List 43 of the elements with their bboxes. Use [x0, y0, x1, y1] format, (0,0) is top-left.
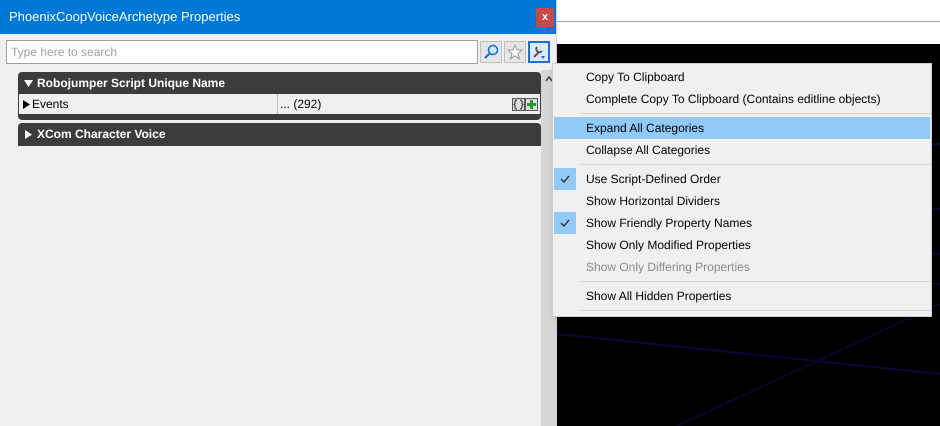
- menu-item[interactable]: Show All Hidden Properties: [554, 285, 930, 307]
- window-title: PhoenixCoopVoiceArchetype Properties: [9, 8, 240, 26]
- add-icon[interactable]: [525, 98, 538, 110]
- menu-label: Collapse All Categories: [586, 142, 710, 159]
- menu-item[interactable]: Show Friendly Property Names: [554, 212, 930, 234]
- checkmark-icon: [560, 219, 570, 227]
- menu-label: Expand All Categories: [586, 120, 704, 137]
- property-row[interactable]: Events ... (292): [18, 94, 541, 114]
- checkmark-icon: [560, 175, 570, 183]
- category-title: XCom Character Voice: [37, 126, 166, 143]
- collapsed-triangle-icon[interactable]: [22, 100, 31, 108]
- category-title: Robojumper Script Unique Name: [37, 75, 226, 92]
- close-button[interactable]: x: [536, 8, 554, 26]
- star-icon: [507, 44, 524, 60]
- menu-label: Show Friendly Property Names: [586, 215, 752, 232]
- property-value: ... (292): [279, 96, 322, 113]
- menu-item[interactable]: Collapse All Categories: [554, 139, 930, 161]
- menu-item[interactable]: Show Horizontal Dividers: [554, 190, 930, 212]
- menu-label: Show Horizontal Dividers: [586, 193, 720, 210]
- menu-label: Complete Copy To Clipboard (Contains editline objects): [586, 91, 881, 108]
- scroll-up-icon[interactable]: [544, 76, 552, 82]
- menu-label: Show Only Modified Properties: [586, 237, 751, 254]
- menu-item[interactable]: Complete Copy To Clipboard (Contains editline objects): [554, 88, 930, 110]
- search-field[interactable]: Type here to search: [6, 40, 478, 64]
- wrench-icon: [531, 44, 548, 60]
- category-header[interactable]: Robojumper Script Unique Name: [18, 72, 541, 94]
- menu-label: Copy To Clipboard: [586, 69, 685, 86]
- braces-icon[interactable]: [512, 98, 525, 110]
- category-header[interactable]: XCom Character Voice: [18, 123, 541, 145]
- menu-item[interactable]: Expand All Categories: [554, 117, 930, 139]
- menu-label: Show All Hidden Properties: [586, 288, 732, 305]
- menu-item[interactable]: Use Script-Defined Order: [554, 168, 930, 190]
- search-icon: [483, 44, 500, 60]
- favorite-button[interactable]: [504, 41, 526, 63]
- expanded-triangle-icon[interactable]: [24, 78, 33, 88]
- search-button[interactable]: [480, 41, 502, 63]
- collapsed-triangle-icon[interactable]: [24, 130, 33, 138]
- menu-item[interactable]: Show Only Modified Properties: [554, 234, 930, 256]
- menu-item[interactable]: Copy To Clipboard: [554, 66, 930, 88]
- property-name: Events: [32, 96, 69, 113]
- menu-label: Show Only Differing Properties: [586, 259, 750, 276]
- menu-label: Use Script-Defined Order: [586, 171, 721, 188]
- options-button[interactable]: [528, 41, 550, 63]
